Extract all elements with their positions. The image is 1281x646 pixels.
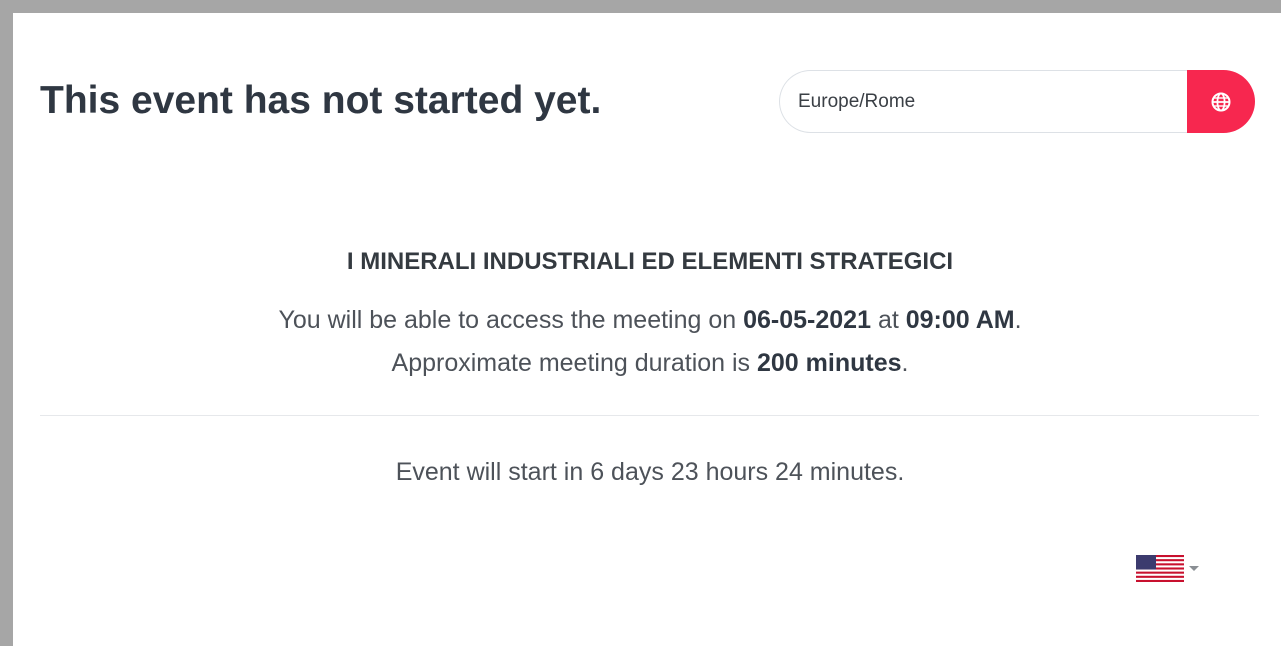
duration-prefix: Approximate meeting duration is xyxy=(391,349,757,377)
window-frame-top xyxy=(0,0,1281,13)
duration-info: Approximate meeting duration is 200 minu… xyxy=(13,346,1281,380)
us-flag-icon xyxy=(1136,555,1184,582)
access-time: 09:00 AM xyxy=(905,306,1015,334)
timezone-selector xyxy=(779,70,1255,133)
access-suffix: . xyxy=(1014,306,1022,334)
duration-value: 200 minutes xyxy=(757,349,902,377)
caret-down-icon xyxy=(1189,566,1199,571)
event-panel: This event has not started yet. I MINERA… xyxy=(13,13,1281,646)
access-info: You will be able to access the meeting o… xyxy=(13,303,1281,337)
event-name: I MINERALI INDUSTRIALI ED ELEMENTI STRAT… xyxy=(346,248,954,275)
countdown-text: Event will start in 6 days 23 hours 24 m… xyxy=(395,458,905,486)
access-date: 06-05-2021 xyxy=(743,306,871,334)
timezone-button[interactable] xyxy=(1187,70,1255,133)
timezone-input[interactable] xyxy=(779,70,1187,133)
globe-icon xyxy=(1211,92,1231,111)
access-prefix: You will be able to access the meeting o… xyxy=(278,306,744,334)
window-frame-left xyxy=(0,0,13,646)
duration-suffix: . xyxy=(901,349,909,377)
divider xyxy=(40,415,1259,416)
language-selector[interactable] xyxy=(1136,555,1199,582)
access-at: at xyxy=(871,306,906,334)
page-title: This event has not started yet. xyxy=(40,79,602,122)
